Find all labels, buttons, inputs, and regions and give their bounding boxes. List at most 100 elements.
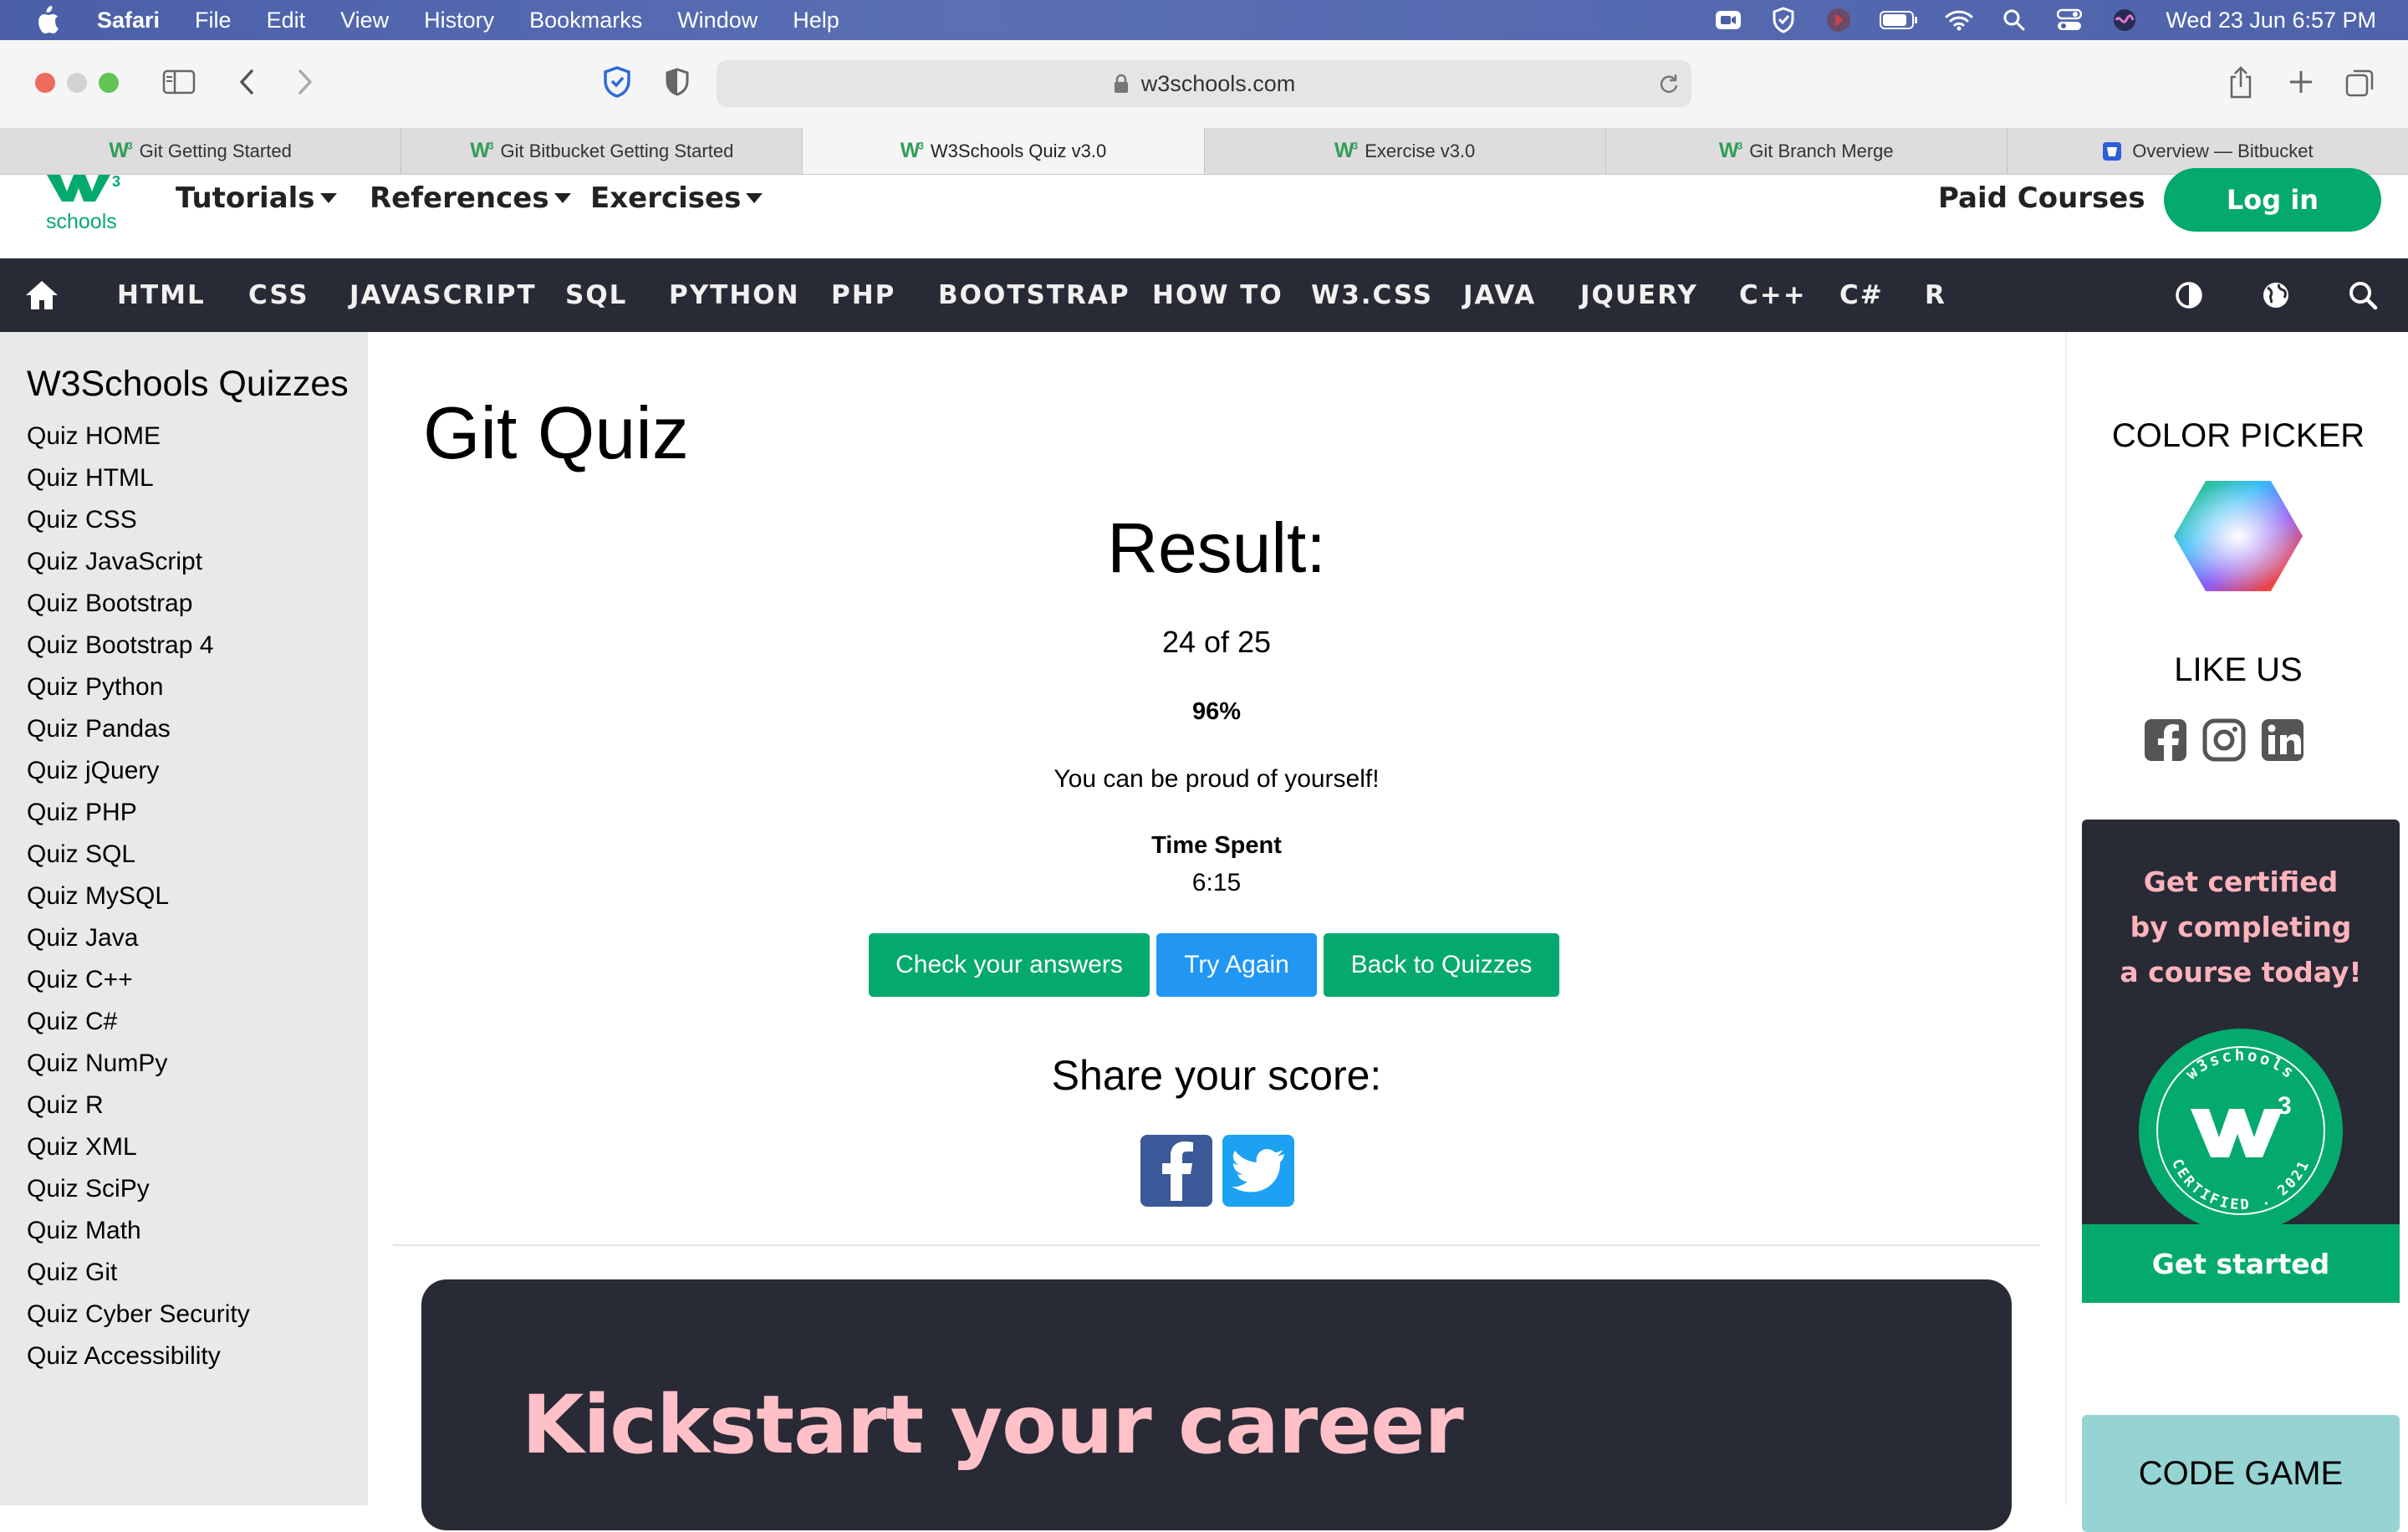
dark-mode-toggle-icon[interactable]: [2171, 277, 2207, 314]
caret-down-icon: [746, 193, 763, 203]
browser-tab[interactable]: Overview — Bitbucket: [2008, 128, 2408, 174]
menu-bookmarks[interactable]: Bookmarks: [529, 8, 642, 33]
sidebar-item-quiz-html[interactable]: Quiz HTML: [27, 464, 154, 493]
result-heading: Result:: [1107, 508, 1326, 587]
shield-icon[interactable]: [1769, 6, 1798, 34]
sidebar-item-quiz-r[interactable]: Quiz R: [27, 1091, 104, 1120]
get-started-button[interactable]: Get started: [2082, 1224, 2400, 1303]
exercises-menu[interactable]: Exercises: [590, 175, 763, 222]
browser-tab[interactable]: W3 Git Getting Started: [0, 128, 402, 174]
lang-link-w3css[interactable]: W3.CSS: [1311, 258, 1433, 332]
battery-icon[interactable]: [1880, 6, 1918, 34]
lang-link-sql[interactable]: SQL: [565, 258, 627, 332]
sidebar-item-quiz-xml[interactable]: Quiz XML: [27, 1133, 137, 1162]
sidebar-item-quiz-python[interactable]: Quiz Python: [27, 673, 163, 702]
color-picker-hexagon-icon[interactable]: [2172, 479, 2304, 593]
references-menu[interactable]: References: [370, 175, 571, 222]
sidebar-item-quiz-bootstrap[interactable]: Quiz Bootstrap: [27, 590, 192, 618]
lang-link-bootstrap[interactable]: BOOTSTRAP: [938, 258, 1130, 332]
siri-icon[interactable]: [2110, 6, 2139, 34]
tab-overview-icon[interactable]: [2344, 67, 2376, 99]
menu-help[interactable]: Help: [793, 8, 839, 33]
sidebar-toggle-icon[interactable]: [162, 69, 196, 95]
facebook-icon[interactable]: [2144, 718, 2187, 762]
menu-clock[interactable]: Wed 23 Jun 6:57 PM: [2166, 8, 2376, 33]
browser-tab[interactable]: W3 Git Branch Merge: [1606, 128, 2008, 174]
sidebar-item-quiz-javascript[interactable]: Quiz JavaScript: [27, 548, 202, 576]
lang-link-jquery[interactable]: JQUERY: [1580, 258, 1698, 332]
menu-window[interactable]: Window: [677, 8, 758, 33]
menu-file[interactable]: File: [195, 8, 232, 33]
sidebar-item-quiz-cyber-security[interactable]: Quiz Cyber Security: [27, 1300, 250, 1329]
lang-link-css[interactable]: CSS: [248, 258, 309, 332]
zoom-icon[interactable]: [1714, 6, 1742, 34]
reload-icon[interactable]: [1656, 72, 1680, 95]
spotlight-search-icon[interactable]: [2000, 6, 2028, 34]
paid-courses-link[interactable]: Paid Courses: [1938, 175, 2145, 222]
menu-history[interactable]: History: [424, 8, 494, 33]
sidebar-item-quiz-java[interactable]: Quiz Java: [27, 924, 138, 952]
lang-link-r[interactable]: R: [1925, 258, 1946, 332]
menu-edit[interactable]: Edit: [267, 8, 306, 33]
sidebar-item-quiz-jquery[interactable]: Quiz jQuery: [27, 757, 159, 785]
sidebar-item-quiz-accessibility[interactable]: Quiz Accessibility: [27, 1342, 221, 1371]
browser-tab[interactable]: W3 Exercise v3.0: [1205, 128, 1606, 174]
window-zoom-button[interactable]: [99, 73, 119, 93]
home-icon[interactable]: [23, 277, 60, 314]
linkedin-icon[interactable]: [2261, 718, 2304, 762]
lang-link-csharp[interactable]: C#: [1839, 258, 1884, 332]
sidebar-item-quiz-sql[interactable]: Quiz SQL: [27, 840, 135, 869]
sidebar-item-quiz-scipy[interactable]: Quiz SciPy: [27, 1175, 150, 1203]
menu-app-name[interactable]: Safari: [97, 8, 160, 33]
try-again-button[interactable]: Try Again: [1156, 933, 1317, 997]
sidebar-item-quiz-css[interactable]: Quiz CSS: [27, 506, 137, 534]
apple-icon[interactable]: [33, 5, 60, 35]
lang-link-php[interactable]: PHP: [831, 258, 895, 332]
control-center-icon[interactable]: [2055, 6, 2084, 34]
back-to-quizzes-button[interactable]: Back to Quizzes: [1324, 933, 1559, 997]
color-picker-title[interactable]: COLOR PICKER: [2067, 417, 2408, 455]
sidebar-item-quiz-git[interactable]: Quiz Git: [27, 1259, 117, 1287]
caret-down-icon: [554, 193, 571, 203]
w3schools-favicon-icon: W3: [1334, 139, 1358, 162]
sidebar-item-quiz-numpy[interactable]: Quiz NumPy: [27, 1049, 167, 1078]
search-icon[interactable]: [2344, 277, 2381, 314]
sidebar-item-quiz-csharp[interactable]: Quiz C#: [27, 1008, 117, 1036]
back-chevron-icon[interactable]: [234, 67, 259, 97]
login-button[interactable]: Log in: [2164, 168, 2381, 232]
address-bar[interactable]: w3schools.com: [717, 60, 1691, 107]
instagram-icon[interactable]: [2202, 718, 2246, 762]
sidebar-item-quiz-math[interactable]: Quiz Math: [27, 1217, 141, 1245]
sidebar-item-quiz-cpp[interactable]: Quiz C++: [27, 966, 133, 994]
lang-link-howto[interactable]: HOW TO: [1152, 258, 1283, 332]
lang-link-cpp[interactable]: C++: [1739, 258, 1807, 332]
new-tab-plus-icon[interactable]: [2286, 67, 2316, 97]
lang-link-javascript[interactable]: JAVASCRIPT: [349, 258, 537, 332]
facebook-share-icon[interactable]: [1140, 1135, 1212, 1207]
check-answers-button[interactable]: Check your answers: [869, 933, 1150, 997]
browser-tab[interactable]: W3 Git Bitbucket Getting Started: [401, 128, 804, 174]
sidebar-item-quiz-mysql[interactable]: Quiz MySQL: [27, 882, 169, 911]
sidebar-item-quiz-bootstrap4[interactable]: Quiz Bootstrap 4: [27, 631, 213, 660]
privacy-report-icon[interactable]: [662, 67, 692, 97]
sidebar-item-quiz-pandas[interactable]: Quiz Pandas: [27, 715, 171, 743]
forward-chevron-icon[interactable]: [293, 67, 318, 97]
window-minimize-button[interactable]: [67, 73, 87, 93]
logo-text[interactable]: schools: [46, 210, 117, 234]
sidebar-item-quiz-home[interactable]: Quiz HOME: [27, 422, 161, 451]
sidebar-item-quiz-php[interactable]: Quiz PHP: [27, 799, 137, 827]
tutorials-menu[interactable]: Tutorials: [176, 175, 337, 222]
lang-link-python[interactable]: PYTHON: [669, 258, 800, 332]
twitter-share-icon[interactable]: [1222, 1135, 1294, 1207]
menu-view[interactable]: View: [340, 8, 389, 33]
code-game-card[interactable]: CODE GAME: [2082, 1415, 2400, 1532]
vpn-icon[interactable]: [1824, 6, 1853, 34]
globe-icon[interactable]: [2258, 277, 2294, 314]
privacy-shield-icon[interactable]: [600, 65, 634, 99]
wifi-icon[interactable]: [1945, 6, 1973, 34]
lang-link-html[interactable]: HTML: [117, 258, 206, 332]
browser-tab-active[interactable]: W3 W3Schools Quiz v3.0: [803, 128, 1205, 174]
share-icon[interactable]: [2226, 64, 2256, 100]
window-close-button[interactable]: [35, 73, 55, 93]
lang-link-java[interactable]: JAVA: [1463, 258, 1536, 332]
